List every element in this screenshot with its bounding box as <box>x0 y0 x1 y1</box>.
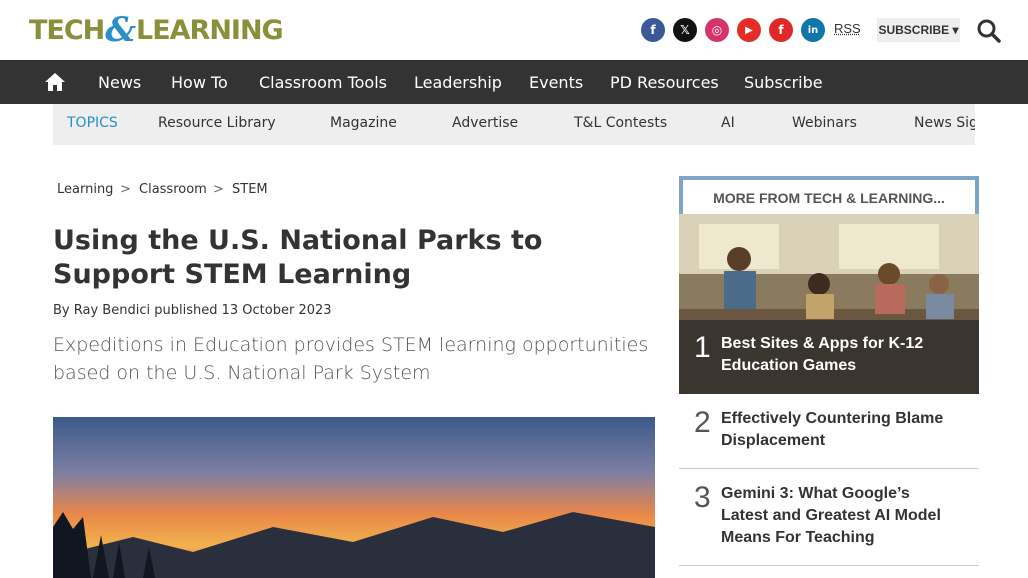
topic-ai[interactable]: AI <box>721 115 735 131</box>
logo-ampersand: & <box>105 10 136 50</box>
topics-label: TOPICS <box>67 115 118 131</box>
byline-by: By <box>53 303 70 318</box>
byline: By Ray Bendici published 13 October 2023 <box>53 303 332 318</box>
site-header: TECH & LEARNING f 𝕏 ◎ ▶ f in RSS SUBSCRIBE… <box>0 0 1028 60</box>
breadcrumb-separator: > <box>213 182 224 197</box>
x-icon[interactable]: 𝕏 <box>673 18 697 42</box>
rank-number: 2 <box>694 406 711 439</box>
subscribe-button[interactable]: SUBSCRIBE ▾ <box>877 18 960 42</box>
article-title: Using the U.S. National Parks to Support… <box>53 225 543 290</box>
breadcrumb-separator: > <box>120 182 131 197</box>
most-popular-headline[interactable]: Effectively Countering Blame Displacemen… <box>721 408 961 452</box>
nav-leadership[interactable]: Leadership <box>414 73 502 92</box>
site-logo[interactable]: TECH & LEARNING <box>29 10 284 50</box>
search-icon[interactable] <box>976 18 1002 44</box>
youtube-icon[interactable]: ▶ <box>737 18 761 42</box>
topics-bar: TOPICS Resource Library Magazine Adverti… <box>53 104 975 145</box>
nav-subscribe[interactable]: Subscribe <box>744 73 823 92</box>
most-popular-headline[interactable]: Best Sites & Apps for K-12 Education Gam… <box>721 333 961 377</box>
topic-news-signup[interactable]: News Sig <box>914 115 975 131</box>
article-strapline: Expeditions in Education provides STEM l… <box>53 334 649 384</box>
nav-how-to[interactable]: How To <box>171 73 228 92</box>
nav-events[interactable]: Events <box>529 73 583 92</box>
nav-news[interactable]: News <box>98 73 141 92</box>
topic-webinars[interactable]: Webinars <box>792 115 857 131</box>
topic-magazine[interactable]: Magazine <box>330 115 397 131</box>
divider <box>679 565 979 566</box>
instagram-icon[interactable]: ◎ <box>705 18 729 42</box>
nav-classroom-tools[interactable]: Classroom Tools <box>259 73 387 92</box>
rank-number: 3 <box>694 481 711 514</box>
linkedin-icon[interactable]: in <box>801 18 825 42</box>
publish-date: published 13 October 2023 <box>154 303 332 318</box>
more-from-heading: MORE FROM TECH & LEARNING... <box>679 176 979 216</box>
main-nav: News How To Classroom Tools Leadership E… <box>0 60 1028 104</box>
social-links: f 𝕏 ◎ ▶ f in <box>641 18 825 42</box>
divider <box>679 468 979 469</box>
logo-text-learning: LEARNING <box>135 14 284 46</box>
hero-image <box>53 417 655 578</box>
topic-resource-library[interactable]: Resource Library <box>158 115 276 131</box>
most-popular-headline[interactable]: Gemini 3: What Google’s Latest and Great… <box>721 483 961 549</box>
breadcrumb-stem[interactable]: STEM <box>232 182 268 197</box>
flipboard-icon[interactable]: f <box>769 18 793 42</box>
author-link[interactable]: Ray Bendici <box>74 303 150 318</box>
rss-link[interactable]: RSS <box>834 21 861 36</box>
home-icon[interactable] <box>44 71 66 93</box>
topic-tl-contests[interactable]: T&L Contests <box>574 115 667 131</box>
rank-number: 1 <box>694 331 711 364</box>
breadcrumb-learning[interactable]: Learning <box>57 182 113 197</box>
topic-advertise[interactable]: Advertise <box>452 115 518 131</box>
logo-text-tech: TECH <box>29 14 105 46</box>
nav-pd-resources[interactable]: PD Resources <box>610 73 719 92</box>
breadcrumb-classroom[interactable]: Classroom <box>139 182 207 197</box>
facebook-icon[interactable]: f <box>641 18 665 42</box>
